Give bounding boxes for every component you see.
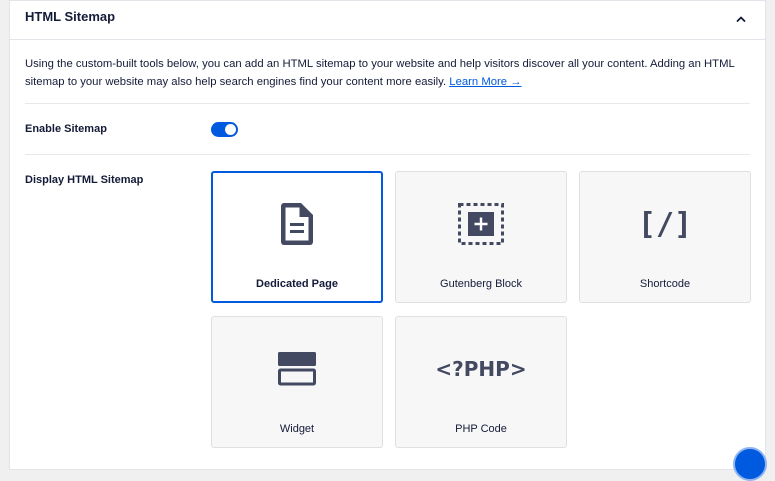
option-label: Shortcode — [639, 278, 691, 290]
php-glyph: <?PHP> — [435, 357, 527, 381]
divider — [25, 154, 750, 155]
option-label: Dedicated Page — [256, 278, 338, 290]
help-button[interactable] — [733, 447, 767, 481]
option-gutenberg-block[interactable]: Gutenberg Block — [395, 171, 567, 303]
shortcode-icon: [/] — [580, 200, 750, 248]
chevron-up-icon — [736, 16, 746, 22]
panel-header[interactable]: HTML Sitemap — [10, 1, 765, 40]
enable-sitemap-toggle[interactable] — [211, 122, 238, 137]
option-widget[interactable]: Widget — [211, 316, 383, 448]
option-shortcode[interactable]: [/] Shortcode — [579, 171, 751, 303]
html-sitemap-panel: HTML Sitemap Using the custom-built tool… — [9, 0, 766, 470]
divider — [25, 103, 750, 104]
option-dedicated-page[interactable]: Dedicated Page — [211, 171, 383, 303]
panel-title: HTML Sitemap — [25, 9, 116, 24]
widget-icon — [212, 345, 382, 393]
php-icon: <?PHP> — [396, 345, 566, 393]
option-label: PHP Code — [455, 423, 507, 435]
panel-description: Using the custom-built tools below, you … — [25, 55, 745, 91]
option-label: Gutenberg Block — [440, 278, 522, 290]
shortcode-glyph: [/] — [637, 206, 693, 242]
display-html-sitemap-label: Display HTML Sitemap — [25, 174, 144, 186]
collapse-button[interactable] — [731, 9, 751, 29]
learn-more-link[interactable]: Learn More → — [449, 76, 521, 88]
block-icon — [396, 200, 566, 248]
description-text: Using the custom-built tools below, you … — [25, 58, 735, 88]
enable-sitemap-label: Enable Sitemap — [25, 123, 107, 135]
document-icon — [213, 200, 381, 248]
option-label: Widget — [279, 423, 315, 435]
option-php-code[interactable]: <?PHP> PHP Code — [395, 316, 567, 448]
toggle-knob — [225, 124, 236, 135]
